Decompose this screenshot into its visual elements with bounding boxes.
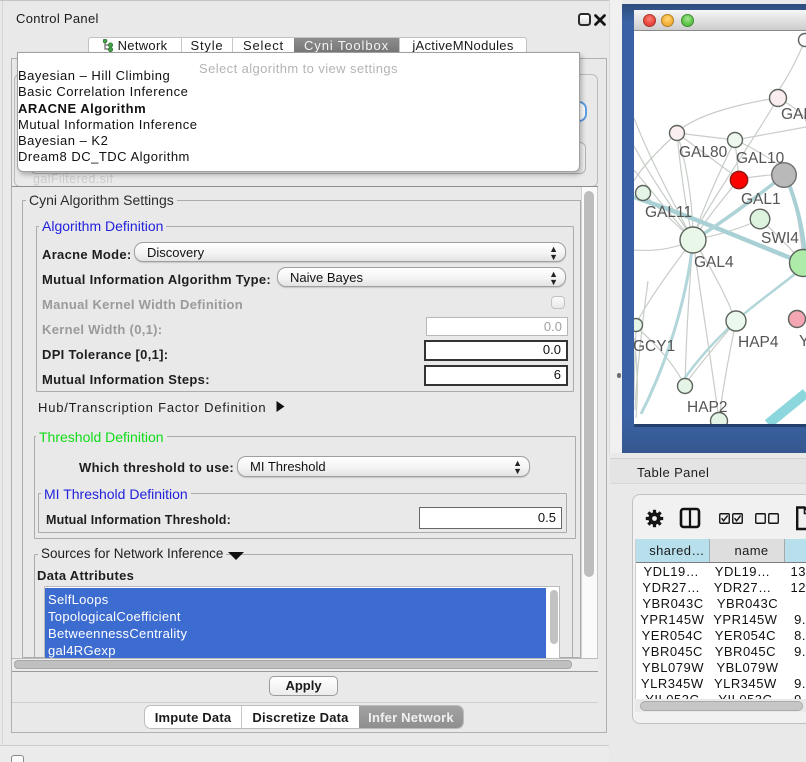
svg-text:YMR: YMR: [799, 333, 806, 350]
svg-text:HAP2: HAP2: [687, 399, 728, 416]
svg-text:GAL11: GAL11: [645, 204, 692, 221]
svg-text:GCY1: GCY1: [634, 338, 675, 355]
svg-text:HAP4: HAP4: [738, 334, 779, 351]
svg-text:GAL7: GAL7: [781, 106, 806, 123]
svg-text:SWI4: SWI4: [761, 230, 799, 247]
svg-text:GAL10: GAL10: [736, 150, 785, 167]
svg-text:GAL80: GAL80: [679, 144, 728, 161]
svg-text:GAL4: GAL4: [694, 254, 734, 271]
svg-text:GAL1: GAL1: [741, 191, 781, 208]
